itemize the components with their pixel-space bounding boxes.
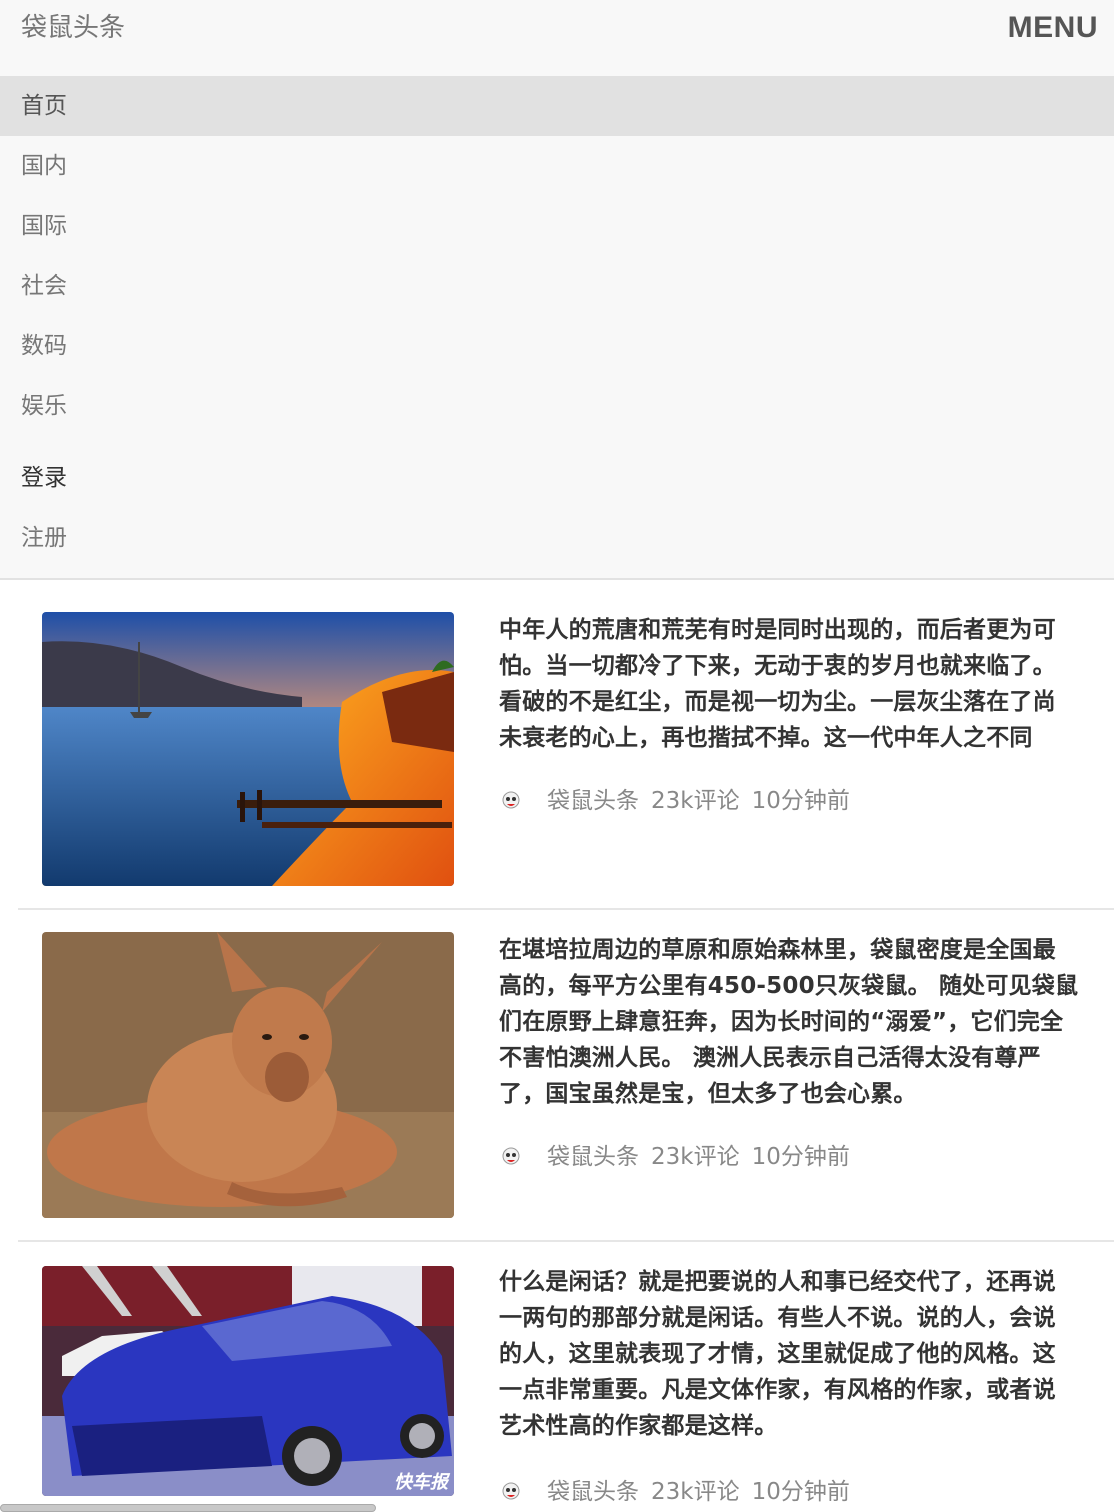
article-source[interactable]: 袋鼠头条 bbox=[547, 1139, 639, 1175]
nav-item-society[interactable]: 社会 bbox=[0, 256, 1114, 316]
brand-logo[interactable]: 袋鼠头条 bbox=[21, 10, 125, 46]
nav-item-digital[interactable]: 数码 bbox=[0, 316, 1114, 376]
source-avatar-icon bbox=[502, 1147, 520, 1165]
article-item[interactable]: 中年人的荒唐和荒芜有时是同时出现的，而后者更为可 怕。当一切都冷了下来，无动于衷… bbox=[18, 580, 1114, 910]
excerpt-line: 未衰老的心上，再也揩拭不掉。这一代中年人之不同 bbox=[499, 725, 1033, 751]
article-meta: 袋鼠头条 23k评论 10分钟前 bbox=[499, 1474, 862, 1510]
register-link[interactable]: 注册 bbox=[0, 508, 1114, 568]
article-thumbnail-beach[interactable] bbox=[42, 612, 454, 886]
excerpt-line: 怕。当一切都冷了下来，无动于衷的岁月也就来临了。 bbox=[499, 653, 1056, 679]
excerpt-line: 一两句的那部分就是闲话。有些人不说。说的人，会说 bbox=[499, 1305, 1056, 1331]
article-thumbnail-car[interactable]: 快车报 bbox=[42, 1266, 454, 1496]
article-time: 10分钟前 bbox=[751, 1479, 850, 1505]
nav-item-international[interactable]: 国际 bbox=[0, 196, 1114, 256]
article-thumbnail-kangaroo[interactable] bbox=[42, 932, 454, 1218]
article-source[interactable]: 袋鼠头条 bbox=[547, 783, 639, 819]
excerpt-line: 一点非常重要。凡是文体作家，有风格的作家，或者说 bbox=[499, 1377, 1056, 1403]
excerpt-line: 什么是闲话？就是把要说的人和事已经交代了，还再说 bbox=[499, 1269, 1056, 1295]
excerpt-line: 看破的不是红尘，而是视一切为尘。一层灰尘落在了尚 bbox=[499, 689, 1056, 715]
excerpt-line: 艺术性高的作家都是这样。 bbox=[499, 1413, 778, 1439]
excerpt-line: 高的，每平方公里有450-500只灰袋鼠。 随处可见袋鼠 bbox=[499, 973, 1079, 999]
article-excerpt[interactable]: 什么是闲话？就是把要说的人和事已经交代了，还再说 一两句的那部分就是闲话。有些人… bbox=[499, 1264, 1079, 1444]
menu-button[interactable]: MENU bbox=[1008, 8, 1098, 48]
excerpt-line: 在堪培拉周边的草原和原始森林里，袋鼠密度是全国最 bbox=[499, 937, 1056, 963]
article-excerpt[interactable]: 在堪培拉周边的草原和原始森林里，袋鼠密度是全国最 高的，每平方公里有450-50… bbox=[499, 932, 1079, 1112]
nav-item-home[interactable]: 首页 bbox=[0, 76, 1114, 136]
excerpt-line: 中年人的荒唐和荒芜有时是同时出现的，而后者更为可 bbox=[499, 617, 1056, 643]
article-item[interactable]: 快车报 什么是闲话？就是把要说的人和事已经交代了，还再说 一两句的那部分就是闲话… bbox=[18, 1242, 1114, 1512]
article-item[interactable]: 在堪培拉周边的草原和原始森林里，袋鼠密度是全国最 高的，每平方公里有450-50… bbox=[18, 910, 1114, 1242]
nav-item-domestic[interactable]: 国内 bbox=[0, 136, 1114, 196]
excerpt-line: 的人，这里就表现了才情，这里就促成了他的风格。这 bbox=[499, 1341, 1056, 1367]
article-excerpt[interactable]: 中年人的荒唐和荒芜有时是同时出现的，而后者更为可 怕。当一切都冷了下来，无动于衷… bbox=[499, 612, 1079, 756]
article-time: 10分钟前 bbox=[751, 1144, 850, 1170]
article-meta: 袋鼠头条 23k评论 10分钟前 bbox=[499, 1139, 862, 1175]
excerpt-line: 们在原野上肆意狂奔，因为长时间的“溺爱”，它们完全 bbox=[499, 1009, 1064, 1035]
article-source[interactable]: 袋鼠头条 bbox=[547, 1474, 639, 1510]
article-time: 10分钟前 bbox=[751, 788, 850, 814]
article-comments[interactable]: 23k评论 bbox=[651, 1474, 740, 1510]
excerpt-line: 不害怕澳洲人民。 澳洲人民表示自己活得太没有尊严 bbox=[499, 1045, 1041, 1071]
horizontal-scrollbar[interactable] bbox=[0, 1504, 376, 1512]
navbar: 袋鼠头条 MENU 首页 国内 国际 社会 数码 娱乐 登录 注册 bbox=[0, 0, 1114, 580]
article-comments[interactable]: 23k评论 bbox=[651, 783, 740, 819]
excerpt-line: 了，国宝虽然是宝，但太多了也会心累。 bbox=[499, 1081, 917, 1107]
source-avatar-icon bbox=[502, 1482, 520, 1500]
source-avatar-icon bbox=[502, 791, 520, 809]
image-watermark: 快车报 bbox=[394, 1472, 448, 1493]
login-link[interactable]: 登录 bbox=[0, 448, 1114, 508]
article-comments[interactable]: 23k评论 bbox=[651, 1139, 740, 1175]
article-meta: 袋鼠头条 23k评论 10分钟前 bbox=[499, 783, 862, 819]
nav-item-entertainment[interactable]: 娱乐 bbox=[0, 376, 1114, 436]
